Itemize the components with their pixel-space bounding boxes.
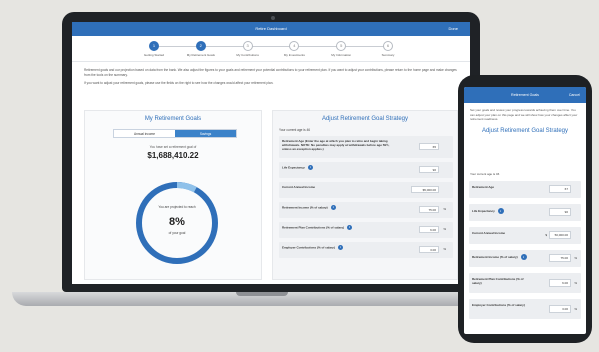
row-label-wrap: Life Expectancy i <box>472 208 532 214</box>
current-age: Your current age is 46 <box>279 128 311 132</box>
laptop-camera <box>271 16 275 20</box>
phone-screen: Retirement Goals Cancel Set your goals a… <box>464 87 586 334</box>
panel-title: My Retirement Goals <box>144 116 202 122</box>
phone-header: Retirement Goals Cancel <box>464 87 586 103</box>
panel-title: Adjust Retirement Goal Strategy <box>321 116 409 122</box>
row-label-wrap: Life Expectancy i <box>282 165 382 170</box>
row-label: Employer Contributions (% of salary) <box>282 245 335 250</box>
laptop-notch <box>236 292 288 296</box>
step-dot: 3 <box>242 41 253 51</box>
plan-contributions-row: Retirement Plan Contributions (% of sala… <box>469 273 581 293</box>
life-expectancy-row: Life Expectancy i 90 <box>279 162 453 178</box>
info-icon[interactable]: i <box>337 245 343 250</box>
row-label: Retirement Plan Contributions (% of sala… <box>282 225 345 230</box>
plan-contributions-input[interactable]: 6.00 <box>419 226 439 233</box>
intro-text: Retirement goals and our projection base… <box>72 62 470 86</box>
goal-caption: You have set a retirement goal of <box>149 145 197 149</box>
phone-section-title: Adjust Retirement Goal Strategy <box>481 127 569 134</box>
step-dot: 2 <box>195 41 206 51</box>
intro-paragraph: If you want to adjust your retirement go… <box>84 81 274 85</box>
progress-stepper: 1 Getting Started 2 My Retirement Goals … <box>72 36 470 62</box>
row-label: Current Annual Income <box>282 185 316 189</box>
step-dot: 5 <box>336 41 347 51</box>
retirement-income-row: Retirement Income (% of salary) i 75.00 % <box>469 250 581 267</box>
step-label: Summary <box>381 53 395 57</box>
row-label: Retirement Plan Contributions (% of sala… <box>472 277 524 285</box>
percent-unit: % <box>443 247 446 251</box>
retirement-age-row: Retirement Age (Enter the age at which y… <box>279 136 453 158</box>
employer-contributions-input[interactable]: 3.00 <box>549 305 571 313</box>
info-icon[interactable]: i <box>307 165 313 170</box>
ring-center: You are projected to reach 8% of your go… <box>134 180 220 266</box>
row-label-wrap: Retirement Plan Contributions (% of sala… <box>282 225 382 230</box>
life-expectancy-input[interactable]: 90 <box>549 208 571 216</box>
phone-intro: Set your goals and review your progress … <box>470 108 578 121</box>
adjust-strategy-panel: Adjust Retirement Goal Strategy Your cur… <box>272 110 458 280</box>
employer-contributions-row: Employer Contributions (% of salary) i 3.… <box>279 242 453 258</box>
plan-contributions-row: Retirement Plan Contributions (% of sala… <box>279 222 453 238</box>
retirement-income-input[interactable]: 75.00 <box>549 254 571 262</box>
step-summary[interactable]: 6 Summary <box>358 41 418 57</box>
annual-income-input[interactable]: 50,000.00 <box>549 231 571 239</box>
percent-unit: % <box>574 256 577 260</box>
retirement-goals-panel: My Retirement Goals Annual income Saving… <box>84 110 262 280</box>
ring-subcaption: of your goal <box>168 231 186 235</box>
plan-contributions-input[interactable]: 6.00 <box>549 279 571 287</box>
annual-income-row: Current Annual Income $ 50,000.00 <box>469 227 581 244</box>
retirement-age-input[interactable]: 67 <box>549 185 571 193</box>
laptop-screen: Retire Dashboard Done 1 Getting Started … <box>72 22 470 284</box>
toggle-annual-income[interactable]: Annual income <box>114 130 175 137</box>
goal-amount: $1,688,410.22 <box>147 151 199 160</box>
info-icon[interactable]: i <box>520 254 527 260</box>
row-label: Life Expectancy <box>282 165 305 170</box>
row-label: Retirement Income (% of salary) <box>282 205 328 210</box>
currency-prefix: $ <box>545 233 547 237</box>
life-expectancy-row: Life Expectancy i 90 <box>469 204 581 221</box>
percent-unit: % <box>574 307 577 311</box>
info-icon[interactable]: i <box>347 225 353 230</box>
step-dot: 6 <box>383 41 393 51</box>
row-label: Retirement Age <box>472 185 495 189</box>
cancel-button[interactable]: Cancel <box>569 87 580 103</box>
employer-contributions-input[interactable]: 3.00 <box>419 246 439 253</box>
retirement-income-input[interactable]: 75.00 <box>419 206 439 213</box>
step-dot: 1 <box>149 41 159 51</box>
row-label: Employer Contributions (% of salary) <box>472 303 525 307</box>
phone-title: Retirement Goals <box>511 93 539 97</box>
app-header: Retire Dashboard Done <box>72 22 470 36</box>
info-icon[interactable]: i <box>497 208 504 214</box>
goal-percent: 8% <box>169 216 185 228</box>
percent-unit: % <box>574 281 577 285</box>
goal-type-toggle: Annual income Savings <box>113 129 237 138</box>
row-label: Current Annual Income <box>472 231 506 235</box>
row-label: Retirement Income (% of salary) <box>472 254 518 259</box>
current-age: Your current age is 46 <box>470 172 500 176</box>
row-label-wrap: Retirement Income (% of salary) i <box>472 254 532 260</box>
row-label: Retirement Age (Enter the age at which y… <box>282 139 390 151</box>
percent-unit: % <box>443 207 446 211</box>
retirement-income-row: Retirement Income (% of salary) i 75.00 % <box>279 202 453 218</box>
row-label: Life Expectancy <box>472 208 495 213</box>
retirement-age-row: Retirement Age 67 <box>469 181 581 198</box>
annual-income-row: Current Annual Income $ $5,000.00 <box>279 182 453 198</box>
done-button[interactable]: Done <box>448 22 458 36</box>
step-dot: 4 <box>289 41 300 51</box>
row-label-wrap: Retirement Income (% of salary) i <box>282 205 382 210</box>
employer-contributions-row: Employer Contributions (% of salary) 3.0… <box>469 299 581 319</box>
toggle-savings[interactable]: Savings <box>175 130 236 137</box>
percent-unit: % <box>443 227 446 231</box>
row-label-wrap: Employer Contributions (% of salary) i <box>282 245 382 250</box>
intro-paragraph: Retirement goals and our projection base… <box>84 68 457 77</box>
info-icon[interactable]: i <box>330 205 336 210</box>
app-title: Retire Dashboard <box>255 26 287 31</box>
retirement-age-input[interactable]: 65 <box>419 143 439 150</box>
annual-income-input[interactable]: $5,000.00 <box>411 186 439 193</box>
ring-caption: You are projected to reach <box>158 205 196 209</box>
life-expectancy-input[interactable]: 90 <box>419 166 439 173</box>
content-panels: My Retirement Goals Annual income Saving… <box>84 110 458 280</box>
